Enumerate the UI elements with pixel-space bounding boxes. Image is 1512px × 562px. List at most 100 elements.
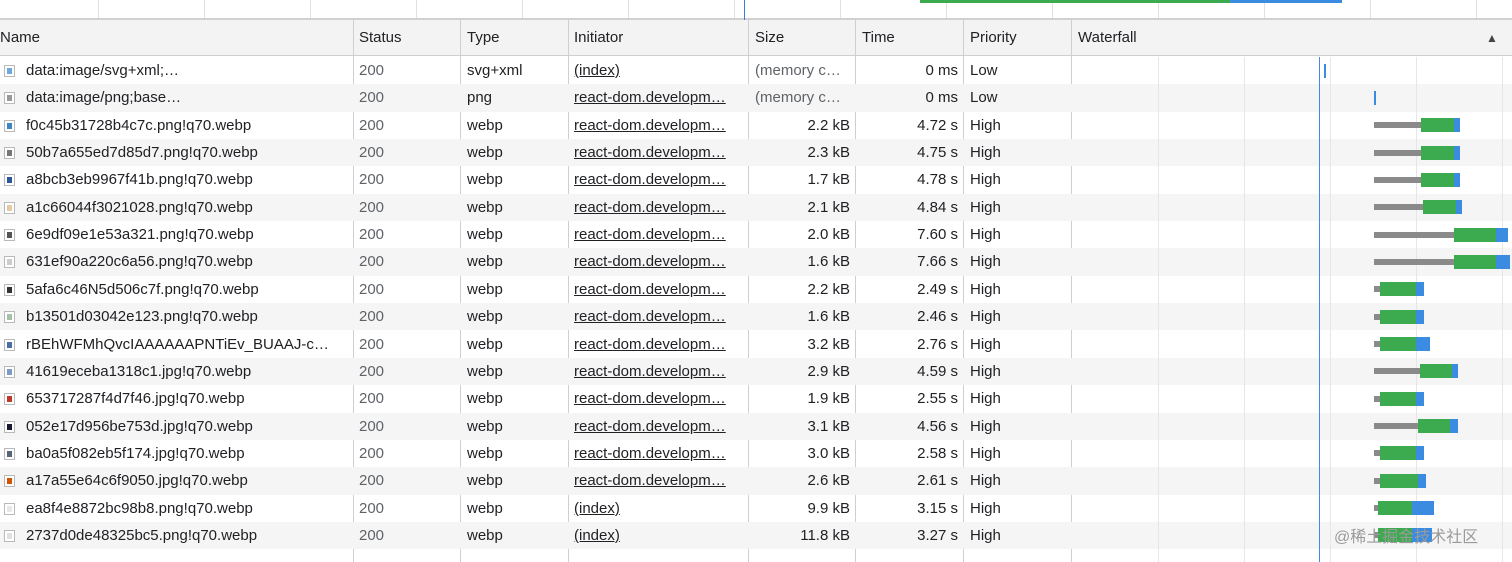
waterfall-bar-download[interactable] — [1380, 309, 1416, 324]
column-header-size[interactable]: Size — [755, 20, 784, 56]
request-initiator-link[interactable]: react-dom.developm… — [574, 413, 742, 440]
column-header-waterfall[interactable]: Waterfall — [1078, 20, 1137, 56]
waterfall-bar-content[interactable] — [1454, 118, 1460, 133]
request-status: 200 — [359, 226, 385, 244]
waterfall-bar-content[interactable] — [1324, 63, 1326, 78]
waterfall-bar-content[interactable] — [1452, 364, 1458, 379]
waterfall-bar-waiting[interactable] — [1374, 204, 1423, 211]
column-header-time[interactable]: Time — [862, 20, 895, 56]
waterfall-bar-content[interactable] — [1418, 473, 1426, 488]
table-row[interactable]: 653717287f4d7f46.jpg!q70.webp 200 webp reac… — [0, 385, 1512, 412]
table-row[interactable]: f0c45b31728b4c7c.png!q70.webp 200 webp reac… — [0, 112, 1512, 139]
request-initiator-link[interactable]: react-dom.developm… — [574, 467, 742, 494]
request-initiator-link[interactable]: react-dom.developm… — [574, 276, 742, 303]
request-initiator-link[interactable]: react-dom.developm… — [574, 248, 742, 275]
waterfall-bar-download[interactable] — [1454, 254, 1496, 269]
waterfall-bar-content[interactable] — [1416, 309, 1424, 324]
timeline-overview[interactable] — [0, 0, 1512, 20]
request-size: (memory c… — [755, 89, 841, 107]
waterfall-bar-content[interactable] — [1416, 446, 1424, 461]
request-name: a17a55e64c6f9050.jpg!q70.webp — [26, 472, 248, 490]
column-header-name[interactable]: Name — [0, 20, 40, 56]
request-initiator-link[interactable]: react-dom.developm… — [574, 112, 742, 139]
waterfall-bar-waiting[interactable] — [1374, 122, 1421, 129]
waterfall-bar-content[interactable] — [1412, 501, 1434, 516]
table-row[interactable]: data:image/svg+xml;… 200 svg+xml (index) (me… — [0, 57, 1512, 84]
request-status: 200 — [359, 253, 385, 271]
request-type: webp — [467, 308, 503, 326]
request-name: 631ef90a220c6a56.png!q70.webp — [26, 253, 253, 271]
request-initiator-link[interactable]: react-dom.developm… — [574, 84, 742, 111]
table-row[interactable]: 5afa6c46N5d506c7f.png!q70.webp 200 webp rea… — [0, 276, 1512, 303]
column-header-type[interactable]: Type — [467, 20, 500, 56]
waterfall-bar-download[interactable] — [1420, 364, 1452, 379]
request-initiator-link[interactable]: react-dom.developm… — [574, 166, 742, 193]
overview-cursor[interactable] — [744, 0, 745, 20]
waterfall-bar-waiting[interactable] — [1374, 423, 1418, 430]
waterfall-bar-content[interactable] — [1374, 90, 1376, 105]
waterfall-bar-waiting[interactable] — [1374, 368, 1420, 375]
waterfall-bar-content[interactable] — [1416, 282, 1424, 297]
column-header-priority[interactable]: Priority — [970, 20, 1017, 56]
waterfall-bar-content[interactable] — [1416, 337, 1430, 351]
waterfall-bar-download[interactable] — [1421, 172, 1454, 187]
table-row[interactable]: 50b7a655ed7d85d7.png!q70.webp 200 webp reac… — [0, 139, 1512, 167]
waterfall-bar-content[interactable] — [1450, 419, 1458, 434]
request-initiator-link[interactable]: react-dom.developm… — [574, 194, 742, 221]
request-initiator-link[interactable]: (index) — [574, 57, 742, 84]
request-type: svg+xml — [467, 62, 523, 79]
waterfall-bar-content[interactable] — [1496, 227, 1508, 242]
table-row[interactable]: 41619eceba1318c1.jpg!q70.webp 200 webp reac… — [0, 357, 1512, 386]
waterfall-bar-download[interactable] — [1454, 227, 1496, 242]
waterfall-bar-waiting[interactable] — [1374, 258, 1454, 265]
table-row[interactable]: rBEhWFMhQvcIAAAAAAPNTiEv_BUAAJ-c… 200 webp… — [0, 331, 1512, 358]
request-initiator-link[interactable]: react-dom.developm… — [574, 331, 742, 358]
column-header-initiator[interactable]: Initiator — [574, 20, 623, 56]
waterfall-bar-download[interactable] — [1423, 200, 1456, 215]
table-row[interactable]: 2737d0de48325bc5.png!q70.webp 200 webp (ind… — [0, 521, 1512, 550]
waterfall-bar-download[interactable] — [1380, 337, 1416, 351]
waterfall-bar-content[interactable] — [1496, 254, 1510, 269]
waterfall-bar-download[interactable] — [1378, 501, 1412, 516]
table-row[interactable]: ea8f4e8872bc98b8.png!q70.webp 200 webp (ind… — [0, 495, 1512, 522]
column-header-status[interactable]: Status — [359, 20, 402, 56]
request-size: 11.8 kB — [800, 526, 850, 544]
request-initiator-link[interactable]: react-dom.developm… — [574, 139, 742, 166]
waterfall-bar-waiting[interactable] — [1374, 176, 1421, 183]
request-initiator-link[interactable]: (index) — [574, 495, 742, 522]
request-initiator-link[interactable]: (index) — [574, 522, 742, 549]
table-row[interactable]: a1c66044f3021028.png!q70.webp 200 webp reac… — [0, 193, 1512, 222]
request-initiator-link[interactable]: react-dom.developm… — [574, 303, 742, 330]
request-priority: High — [970, 444, 1001, 462]
sort-ascending-icon[interactable]: ▲ — [1486, 31, 1498, 45]
table-row[interactable]: a17a55e64c6f9050.jpg!q70.webp 200 webp reac… — [0, 467, 1512, 495]
table-row[interactable]: 631ef90a220c6a56.png!q70.webp 200 webp reac… — [0, 248, 1512, 276]
request-initiator-link[interactable]: react-dom.developm… — [574, 221, 742, 248]
waterfall-bar-content[interactable] — [1456, 200, 1462, 215]
request-name: a1c66044f3021028.png!q70.webp — [26, 198, 253, 216]
waterfall-bar-download[interactable] — [1380, 473, 1418, 488]
waterfall-bar-download[interactable] — [1380, 282, 1416, 297]
table-row[interactable]: ba0a5f082eb5f174.jpg!q70.webp 200 webp reac… — [0, 440, 1512, 467]
waterfall-bar-content[interactable] — [1454, 145, 1460, 160]
waterfall-bar-content[interactable] — [1454, 172, 1460, 187]
request-time: 2.55 s — [917, 390, 958, 408]
waterfall-bar-waiting[interactable] — [1374, 149, 1421, 156]
waterfall-bar-download[interactable] — [1421, 145, 1454, 160]
request-status: 200 — [359, 171, 385, 189]
waterfall-bar-download[interactable] — [1380, 391, 1416, 406]
table-row[interactable]: data:image/png;base… 200 png react-dom.deve… — [0, 84, 1512, 112]
waterfall-bar-waiting[interactable] — [1374, 231, 1454, 238]
table-row[interactable]: a8bcb3eb9967f41b.png!q70.webp 200 webp reac… — [0, 166, 1512, 193]
request-name: f0c45b31728b4c7c.png!q70.webp — [26, 116, 252, 134]
table-row[interactable]: 052e17d956be753d.jpg!q70.webp 200 webp reac… — [0, 412, 1512, 440]
request-initiator-link[interactable]: react-dom.developm… — [574, 385, 742, 412]
request-initiator-link[interactable]: react-dom.developm… — [574, 358, 742, 385]
waterfall-bar-download[interactable] — [1421, 118, 1454, 133]
waterfall-bar-content[interactable] — [1416, 391, 1424, 406]
request-initiator-link[interactable]: react-dom.developm… — [574, 440, 742, 467]
table-row[interactable]: b13501d03042e123.png!q70.webp 200 webp reac… — [0, 303, 1512, 331]
table-row[interactable]: 6e9df09e1e53a321.png!q70.webp 200 webp reac… — [0, 221, 1512, 248]
waterfall-bar-download[interactable] — [1418, 419, 1450, 434]
waterfall-bar-download[interactable] — [1380, 446, 1416, 461]
